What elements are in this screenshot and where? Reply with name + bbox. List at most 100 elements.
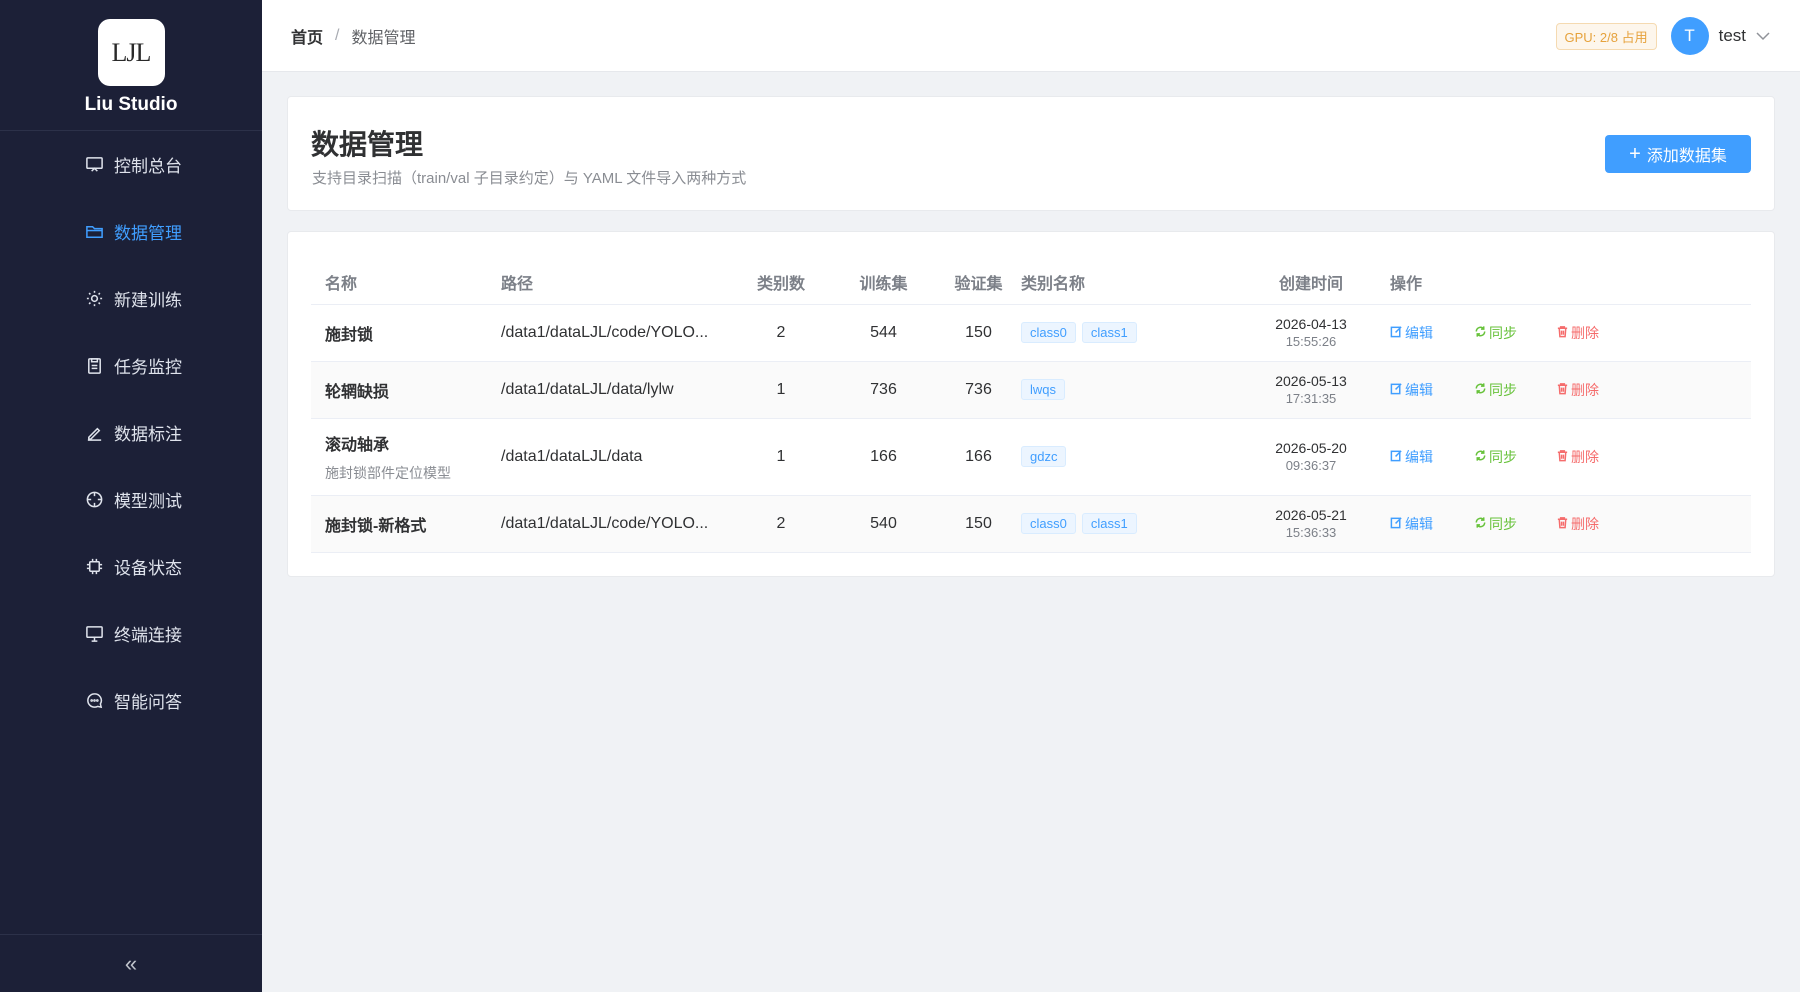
cell-name: 轮辋缺损 [311, 361, 501, 419]
edit-label: 编辑 [1405, 381, 1433, 398]
delete-button[interactable]: 删除 [1556, 514, 1599, 534]
cell-class-count: 1 [731, 361, 831, 419]
edit-button[interactable]: 编辑 [1390, 380, 1474, 400]
class-tag: class0 [1021, 322, 1076, 343]
delete-button[interactable]: 删除 [1556, 323, 1599, 343]
sidebar-item-5[interactable]: 模型测试 [0, 466, 262, 533]
sidebar-item-3[interactable]: 任务监控 [0, 332, 262, 399]
sync-icon [1474, 382, 1489, 398]
top-header: 首页 / 数据管理 GPU: 2/8 占用 T test [262, 0, 1800, 72]
col-header-class-count[interactable]: 类别数 [731, 260, 831, 305]
cell-created: 2026-04-13 15:55:26 [1246, 304, 1376, 362]
table-row[interactable]: 施封锁/data1/dataLJL/code/YOLO... 2 544 150 cla… [311, 304, 1751, 362]
add-dataset-label: 添加数据集 [1646, 148, 1727, 165]
sidebar-nav: 控制总台数据管理新建训练 任务监控 数据标注 模型测试设备状态终端连接智能问答 [0, 131, 262, 734]
collapse-sidebar-button[interactable]: « [0, 934, 262, 992]
plus-icon: + [1629, 143, 1641, 165]
cell-train: 736 [831, 361, 936, 419]
cell-name: 施封锁 [311, 304, 501, 362]
sync-label: 同步 [1489, 324, 1517, 341]
cell-actions: 编辑 同步 删除 [1376, 418, 1751, 496]
trash-icon [1556, 382, 1571, 398]
sync-button[interactable]: 同步 [1474, 447, 1556, 467]
col-header-actions: 操作 [1376, 260, 1751, 305]
sync-icon [1474, 449, 1489, 465]
sync-icon [1474, 325, 1489, 341]
cell-created: 2026-05-13 17:31:35 [1246, 361, 1376, 419]
sync-label: 同步 [1489, 515, 1517, 532]
col-header-train[interactable]: 训练集 [831, 260, 936, 305]
delete-label: 删除 [1571, 515, 1599, 532]
cell-val: 150 [936, 304, 1021, 362]
sidebar-item-7[interactable]: 终端连接 [0, 600, 262, 667]
sidebar-item-0[interactable]: 控制总台 [0, 131, 262, 198]
chevron-down-icon[interactable] [1756, 28, 1770, 44]
breadcrumb-home[interactable]: 首页 [291, 24, 323, 48]
table-row[interactable]: 轮辋缺损/data1/dataLJL/data/lylw 1 736 736 lwqs 2… [311, 361, 1751, 419]
clipboard-icon [84, 356, 104, 376]
created-date: 2026-05-20 [1275, 439, 1347, 456]
edit-icon [1390, 449, 1405, 465]
table-row[interactable]: 施封锁-新格式/data1/dataLJL/code/YOLO... 2 540 15… [311, 495, 1751, 553]
add-dataset-button[interactable]: + 添加数据集 [1605, 135, 1751, 173]
sidebar-item-4[interactable]: 数据标注 [0, 399, 262, 466]
created-time: 15:55:26 [1285, 333, 1337, 349]
sync-button[interactable]: 同步 [1474, 514, 1556, 534]
edit-button[interactable]: 编辑 [1390, 514, 1474, 534]
logo[interactable]: LJL [97, 19, 165, 86]
cell-actions: 编辑 同步 删除 [1376, 304, 1751, 362]
trash-icon [1556, 449, 1571, 465]
col-header-path[interactable]: 路径 [501, 260, 731, 305]
col-header-created[interactable]: 创建时间 [1246, 260, 1376, 305]
sidebar-item-label: 智能问答 [114, 693, 182, 712]
sidebar-item-1[interactable]: 数据管理 [0, 198, 262, 265]
delete-label: 删除 [1571, 448, 1599, 465]
pen-icon [84, 423, 104, 443]
sidebar-item-label: 设备状态 [114, 559, 182, 578]
breadcrumb: 首页 / 数据管理 [291, 24, 415, 48]
dataset-description: 施封锁部件定位模型 [325, 464, 451, 481]
created-time: 09:36:37 [1285, 457, 1337, 473]
cell-class-names: class0 class1 [1021, 495, 1246, 553]
cell-val: 736 [936, 361, 1021, 419]
cell-created: 2026-05-20 09:36:37 [1246, 418, 1376, 496]
page-header-card: 数据管理 支持目录扫描（train/val 子目录约定）与 YAML 文件导入两… [287, 96, 1775, 211]
table-row[interactable]: 滚动轴承 施封锁部件定位模型/data1/dataLJL/data 1 166 166 g… [311, 418, 1751, 496]
created-date: 2026-05-21 [1275, 506, 1347, 523]
sidebar-item-2[interactable]: 新建训练 [0, 265, 262, 332]
sync-button[interactable]: 同步 [1474, 323, 1556, 343]
cell-path: /data1/dataLJL/code/YOLO... [501, 304, 731, 362]
dataset-name: 施封锁 [325, 326, 374, 344]
sidebar-item-8[interactable]: 智能问答 [0, 667, 262, 734]
cell-class-count: 2 [731, 495, 831, 553]
cell-class-names: class0 class1 [1021, 304, 1246, 362]
edit-button[interactable]: 编辑 [1390, 323, 1474, 343]
created-time: 15:36:33 [1285, 524, 1337, 540]
edit-button[interactable]: 编辑 [1390, 447, 1474, 467]
class-tag: gdzc [1021, 446, 1067, 467]
dataset-name: 施封锁-新格式 [325, 517, 427, 535]
cell-path: /data1/dataLJL/data/lylw [501, 361, 731, 419]
delete-button[interactable]: 删除 [1556, 447, 1599, 467]
sidebar-item-6[interactable]: 设备状态 [0, 533, 262, 600]
table-header-row: 名称 路径 类别数 训练集 验证集 类别名称 创建时间 操作 [311, 260, 1751, 305]
username[interactable]: test [1719, 26, 1746, 46]
sync-button[interactable]: 同步 [1474, 380, 1556, 400]
delete-button[interactable]: 删除 [1556, 380, 1599, 400]
dataset-name: 轮辋缺损 [325, 383, 390, 401]
sync-label: 同步 [1489, 448, 1517, 465]
avatar[interactable]: T [1670, 17, 1709, 55]
cell-path: /data1/dataLJL/code/YOLO... [501, 495, 731, 553]
class-tag: lwqs [1021, 379, 1066, 400]
cell-name: 滚动轴承 施封锁部件定位模型 [311, 418, 501, 496]
col-header-name[interactable]: 名称 [311, 260, 501, 305]
chat-icon [84, 691, 104, 711]
col-header-val[interactable]: 验证集 [936, 260, 1021, 305]
sidebar-item-label: 数据管理 [114, 224, 182, 243]
col-header-class-names[interactable]: 类别名称 [1021, 260, 1246, 305]
cell-val: 150 [936, 495, 1021, 553]
double-chevron-left-icon: « [124, 950, 138, 976]
page-title: 数据管理 [311, 129, 424, 160]
cell-created: 2026-05-21 15:36:33 [1246, 495, 1376, 553]
class-tag: class1 [1081, 513, 1137, 534]
